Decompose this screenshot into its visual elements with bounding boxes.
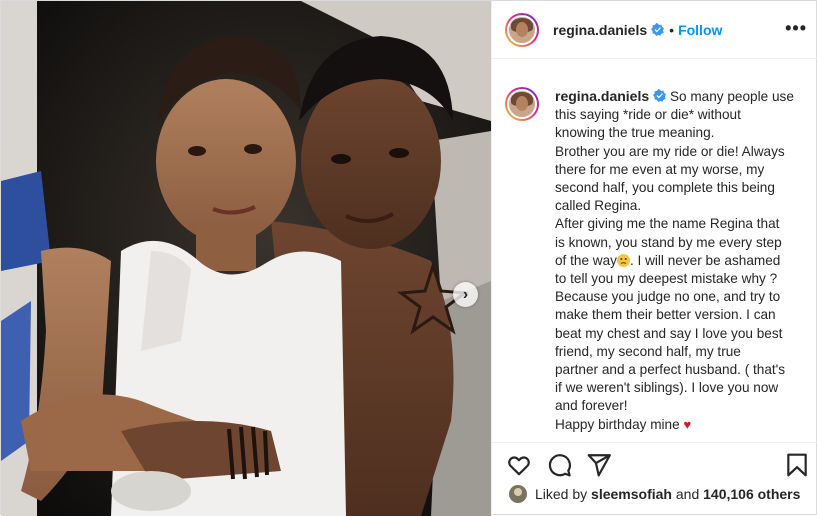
caption-text-line: beat my chest and say I love you best bbox=[555, 325, 783, 341]
liker-username[interactable]: sleemsofiah bbox=[591, 486, 672, 502]
caption-text-line: So many people use bbox=[669, 89, 794, 104]
caption-text-line: and forever! bbox=[555, 398, 628, 414]
caption-text-line: Because you judge no one, and try to bbox=[555, 289, 781, 305]
share-icon[interactable] bbox=[586, 452, 612, 478]
heart-icon[interactable] bbox=[506, 452, 532, 478]
chevron-right-icon: › bbox=[462, 285, 469, 303]
caption-text-line: if we weren't siblings). I love you now bbox=[555, 380, 779, 396]
caption-text-line: Brother you are my ride or die! Always bbox=[555, 143, 785, 159]
verified-badge-icon bbox=[651, 23, 665, 36]
instagram-post: › regina.daniels • Follow ••• regina.dan… bbox=[0, 0, 817, 516]
comments-area: regina.daniels So many people use this s… bbox=[492, 59, 817, 442]
caption-text-line: second half, you complete this being bbox=[555, 180, 775, 196]
caption-text-line: partner and a perfect husband. ( that's bbox=[555, 362, 786, 378]
caption-avatar[interactable] bbox=[505, 87, 539, 121]
action-bar bbox=[492, 442, 817, 484]
caption-text-line: this saying *ride or die* without bbox=[555, 107, 741, 123]
likes-joiner: and bbox=[675, 486, 700, 502]
post-header: regina.daniels • Follow ••• bbox=[492, 1, 817, 59]
follow-button[interactable]: Follow bbox=[678, 22, 722, 38]
likes-prefix: Liked by bbox=[535, 486, 588, 502]
bookmark-icon[interactable] bbox=[784, 452, 810, 478]
post-photo bbox=[1, 1, 491, 516]
caption-text-line: to tell you my deepest mistake why ? bbox=[555, 271, 778, 287]
slightly-frowning-emoji-icon bbox=[616, 253, 630, 267]
liker-avatar[interactable] bbox=[509, 485, 527, 503]
red-heart-emoji-icon: ♥ bbox=[683, 416, 692, 432]
next-image-button[interactable]: › bbox=[453, 282, 478, 307]
likes-count[interactable]: 140,106 others bbox=[703, 486, 800, 502]
caption-text-line: of the way. I will never be ashamed bbox=[555, 252, 781, 268]
caption-text-line: is known, you stand by me every step bbox=[555, 234, 782, 250]
author-avatar[interactable] bbox=[505, 12, 539, 47]
caption-text-line: After giving me the name Regina that bbox=[555, 216, 780, 232]
verified-badge-icon bbox=[653, 89, 667, 102]
post-media[interactable]: › bbox=[1, 1, 491, 516]
caption-text-line: Happy birthday mine ♥ bbox=[555, 416, 692, 432]
more-options-icon[interactable]: ••• bbox=[785, 19, 807, 37]
author-username[interactable]: regina.daniels bbox=[553, 22, 647, 38]
comment-icon[interactable] bbox=[546, 452, 572, 478]
likes-summary: Liked by sleemsofiah and 140,106 others bbox=[509, 485, 800, 503]
caption-text-line: knowing the true meaning. bbox=[555, 125, 715, 141]
caption-text-line: friend, my second half, my true bbox=[555, 343, 741, 359]
post-sidebar: regina.daniels • Follow ••• regina.danie… bbox=[491, 1, 817, 516]
post-caption: regina.daniels So many people use this s… bbox=[555, 87, 805, 442]
caption-text-line: called Regina. bbox=[555, 198, 642, 214]
caption-first-line: regina.daniels So many people use bbox=[555, 88, 794, 104]
caption-username[interactable]: regina.daniels bbox=[555, 88, 649, 104]
caption-text-line: there for me even at my worse, my bbox=[555, 161, 765, 177]
separator-dot: • bbox=[669, 21, 675, 38]
caption-text-line: make them their better version. I can bbox=[555, 307, 776, 323]
